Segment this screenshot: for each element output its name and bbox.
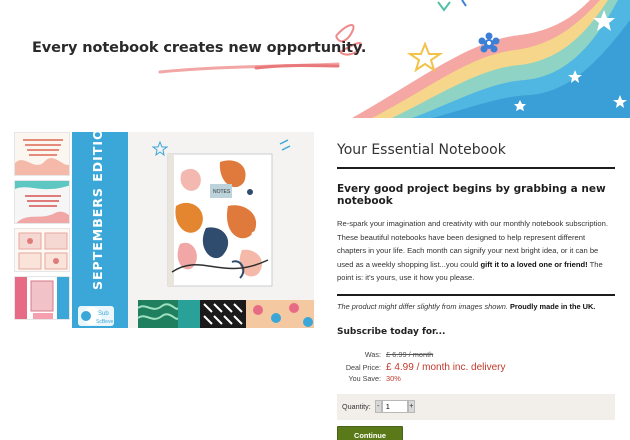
was-price: £ 6.99 / month: [386, 349, 434, 359]
thumbnail-4[interactable]: [14, 276, 70, 320]
save-label: You Save:: [348, 373, 381, 383]
thumbnail-1[interactable]: [14, 132, 70, 176]
product-note: The product might differ slightly from i…: [337, 302, 615, 311]
continue-button[interactable]: Continue: [337, 425, 403, 440]
quantity-label: Quantity:: [342, 402, 371, 411]
deal-label: Deal Price:: [345, 362, 381, 372]
header-banner: Every notebook creates new opportunity.: [0, 0, 630, 118]
quantity-increment-button[interactable]: +: [407, 400, 415, 413]
quantity-input[interactable]: [381, 400, 408, 413]
was-label: Was:: [364, 349, 381, 359]
product-subheading: Every good project begins by grabbing a …: [337, 183, 606, 207]
edition-text: SEPTEMBERS EDITION: [90, 132, 105, 290]
thumbnail-2[interactable]: [14, 180, 70, 224]
quantity-box: Quantity: - +: [337, 393, 615, 420]
banner-decoration: [158, 0, 630, 118]
product-description: Re-spark your imagination and creativity…: [337, 217, 615, 285]
save-value: 30%: [386, 373, 401, 383]
thumbnail-strip: [14, 132, 70, 324]
product-title: Your Essential Notebook: [337, 142, 506, 158]
main-product-image[interactable]: SEPTEMBERS EDITION Sub ScBeve NOTES: [72, 132, 314, 328]
notebook-label: NOTES: [213, 189, 231, 195]
thumbnail-3[interactable]: [14, 228, 70, 272]
title-divider: [337, 167, 615, 169]
subscribe-heading: Subscribe today for...: [337, 326, 446, 337]
note-bold: Proudly made in the UK.: [507, 301, 596, 311]
price-table: Was: £ 6.99 / month Deal Price: £ 4.99 /…: [337, 350, 615, 386]
logo-text: Sub: [98, 311, 109, 317]
note-divider: [337, 293, 615, 296]
product-details: Your Essential Notebook Every good proje…: [337, 132, 615, 440]
description-bold: gift it to a loved one or friend!: [480, 259, 588, 269]
note-italic: The product might differ slightly from i…: [337, 301, 508, 311]
was-price-row: Was: £ 6.99 / month: [337, 350, 615, 362]
deal-price: £ 4.99 / month inc. delivery: [386, 361, 506, 373]
svg-text:ScBeve: ScBeve: [96, 319, 113, 325]
save-row: You Save: 30%: [337, 374, 615, 386]
quantity-decrement-button[interactable]: -: [374, 400, 382, 413]
deal-price-row: Deal Price: £ 4.99 / month inc. delivery: [337, 362, 615, 374]
banner-headline: Every notebook creates new opportunity.: [32, 40, 367, 56]
